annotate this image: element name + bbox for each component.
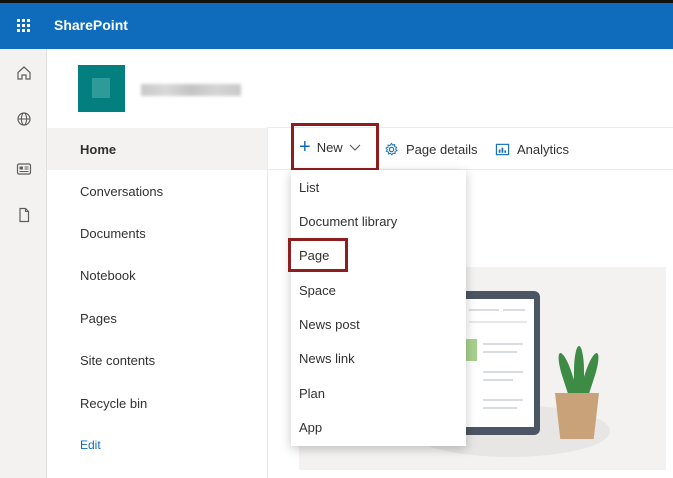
analytics-chart-icon: [495, 142, 510, 157]
new-button[interactable]: + New: [291, 123, 379, 171]
nav-item-recycle-bin[interactable]: Recycle bin: [47, 382, 267, 424]
nav-item-conversations[interactable]: Conversations: [47, 170, 267, 212]
menu-item-document-library[interactable]: Document library: [291, 204, 466, 238]
news-icon[interactable]: [10, 155, 38, 183]
nav-item-pages[interactable]: Pages: [47, 297, 267, 339]
nav-edit-link[interactable]: Edit: [47, 424, 267, 466]
home-icon[interactable]: [10, 59, 38, 87]
menu-item-list[interactable]: List: [291, 170, 466, 204]
app-brand-link[interactable]: SharePoint: [54, 17, 128, 33]
new-button-label: New: [316, 139, 343, 155]
site-title-redacted[interactable]: [141, 84, 241, 96]
document-icon[interactable]: [10, 201, 38, 229]
app-launcher-waffle-icon[interactable]: [8, 10, 38, 40]
nav-item-site-contents[interactable]: Site contents: [47, 339, 267, 381]
page-details-button[interactable]: Page details: [384, 128, 478, 170]
site-logo[interactable]: [78, 65, 125, 112]
new-dropdown-menu: List Document library Page Space News po…: [288, 170, 466, 446]
globe-icon[interactable]: [10, 105, 38, 133]
gear-icon: [384, 142, 399, 157]
menu-item-page[interactable]: Page: [288, 238, 348, 272]
menu-item-news-link[interactable]: News link: [291, 341, 466, 375]
site-navigation: Home Conversations Documents Notebook Pa…: [47, 127, 268, 478]
menu-item-space[interactable]: Space: [291, 273, 466, 307]
command-bar: + New Page details Analytics: [268, 123, 673, 171]
menu-item-news-post[interactable]: News post: [291, 307, 466, 341]
chevron-down-icon: [349, 140, 361, 155]
menu-item-app[interactable]: App: [291, 410, 466, 444]
suite-bar: SharePoint: [0, 0, 673, 49]
page-details-label: Page details: [406, 141, 478, 157]
tablet-illustration: [455, 291, 540, 435]
nav-item-documents[interactable]: Documents: [47, 212, 267, 254]
analytics-label: Analytics: [517, 141, 570, 157]
nav-item-notebook[interactable]: Notebook: [47, 254, 267, 296]
plant-pot: [555, 393, 599, 439]
app-rail: [0, 49, 47, 478]
menu-item-plan[interactable]: Plan: [291, 376, 466, 410]
analytics-button[interactable]: Analytics: [495, 128, 569, 170]
nav-item-home[interactable]: Home: [47, 128, 267, 170]
plus-icon: +: [299, 136, 311, 158]
